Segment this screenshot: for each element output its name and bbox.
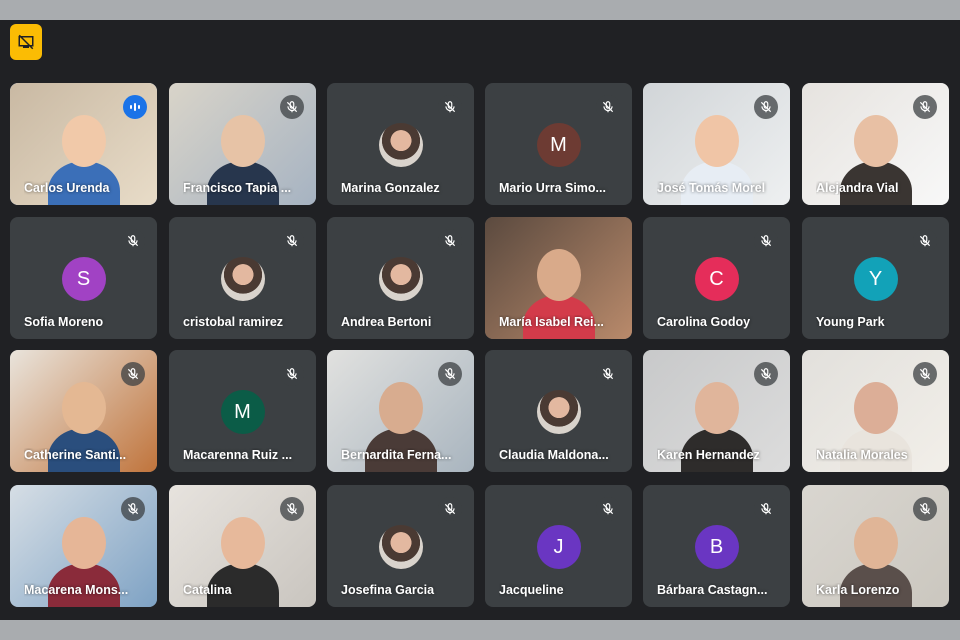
participant-face: [695, 382, 739, 434]
participant-name: Bernardita Ferna...: [341, 448, 452, 462]
participant-face: [221, 115, 265, 167]
participant-face: [62, 382, 106, 434]
participant-tile[interactable]: C Carolina Godoy: [643, 217, 790, 339]
participant-face: [854, 115, 898, 167]
participant-name: Sofia Moreno: [24, 315, 104, 329]
participant-tile[interactable]: José Tomás Morel: [643, 83, 790, 205]
mic-off-icon: [913, 229, 937, 253]
participant-tile[interactable]: Natalia Morales: [802, 350, 949, 472]
participant-name: Macarena Mons...: [24, 583, 129, 597]
participant-name: Karla Lorenzo: [816, 583, 900, 597]
mic-off-icon: [280, 95, 304, 119]
participant-face: [537, 249, 581, 301]
mic-off-icon: [438, 229, 462, 253]
mic-off-icon: [596, 95, 620, 119]
mic-off-icon: [280, 229, 304, 253]
participant-face: [62, 115, 106, 167]
participant-tile[interactable]: M Macarenna Ruiz ...: [169, 350, 316, 472]
participant-face: [62, 517, 106, 569]
avatar-photo: [378, 525, 423, 569]
participant-tile[interactable]: Karen Hernandez: [643, 350, 790, 472]
mic-off-icon: [913, 95, 937, 119]
participant-name: Catherine Santi...: [24, 448, 127, 462]
participant-tile[interactable]: María Isabel Rei...: [485, 217, 632, 339]
avatar-photo: [378, 123, 423, 167]
participant-name: Andrea Bertoni: [341, 315, 432, 329]
avatar-photo: [220, 257, 265, 301]
participant-tile[interactable]: S Sofia Moreno: [10, 217, 157, 339]
mic-off-icon: [596, 497, 620, 521]
avatar-initial: M: [220, 390, 265, 434]
participant-name: Carolina Godoy: [657, 315, 751, 329]
status-button[interactable]: [10, 24, 42, 60]
speaking-indicator-icon: [123, 95, 147, 119]
participant-face: [854, 517, 898, 569]
mic-off-icon: [280, 362, 304, 386]
participant-name: Carlos Urenda: [24, 181, 110, 195]
participant-tile[interactable]: M Mario Urra Simo...: [485, 83, 632, 205]
participant-name: Francisco Tapia ...: [183, 181, 292, 195]
participant-name: Marina Gonzalez: [341, 181, 440, 195]
mic-off-icon: [596, 362, 620, 386]
participant-tile[interactable]: Catherine Santi...: [10, 350, 157, 472]
participant-name: Jacqueline: [499, 583, 564, 597]
avatar-initial: C: [694, 257, 739, 301]
participant-name: Young Park: [816, 315, 885, 329]
participant-name: Josefina Garcia: [341, 583, 435, 597]
participant-tile[interactable]: Francisco Tapia ...: [169, 83, 316, 205]
mic-off-icon: [913, 497, 937, 521]
participant-tile[interactable]: Alejandra Vial: [802, 83, 949, 205]
mic-off-icon: [438, 497, 462, 521]
mic-off-icon: [754, 497, 778, 521]
participant-name: Catalina: [183, 583, 232, 597]
participant-tile[interactable]: Marina Gonzalez: [327, 83, 474, 205]
participant-tile[interactable]: Josefina Garcia: [327, 485, 474, 607]
participant-tile[interactable]: Karla Lorenzo: [802, 485, 949, 607]
mic-off-icon: [280, 497, 304, 521]
participant-name: cristobal ramirez: [183, 315, 284, 329]
avatar-initial: M: [536, 123, 581, 167]
participant-name: María Isabel Rei...: [499, 315, 604, 329]
participant-tile[interactable]: Y Young Park: [802, 217, 949, 339]
participant-tile[interactable]: cristobal ramirez: [169, 217, 316, 339]
mic-off-icon: [121, 362, 145, 386]
participant-name: José Tomás Morel: [657, 181, 766, 195]
participant-name: Macarenna Ruiz ...: [183, 448, 293, 462]
participant-face: [695, 115, 739, 167]
participant-name: Bárbara Castagn...: [657, 583, 768, 597]
participant-face: [221, 517, 265, 569]
avatar-initial: B: [694, 525, 739, 569]
participant-name: Alejandra Vial: [816, 181, 899, 195]
avatar-photo: [536, 390, 581, 434]
avatar-initial: S: [61, 257, 106, 301]
mic-off-icon: [121, 229, 145, 253]
participant-tile[interactable]: J Jacqueline: [485, 485, 632, 607]
mic-off-icon: [438, 95, 462, 119]
participant-name: Mario Urra Simo...: [499, 181, 606, 195]
participant-name: Claudia Maldona...: [499, 448, 609, 462]
mic-off-icon: [121, 497, 145, 521]
participant-tile[interactable]: Carlos Urenda: [10, 83, 157, 205]
participant-tile[interactable]: Catalina: [169, 485, 316, 607]
participant-face: [854, 382, 898, 434]
mic-off-icon: [913, 362, 937, 386]
participant-tile[interactable]: B Bárbara Castagn...: [643, 485, 790, 607]
no-presentation-icon: [18, 34, 34, 50]
meeting-grid: Carlos Urenda Francisco Tapia ... Marina G…: [0, 20, 960, 620]
avatar-photo: [378, 257, 423, 301]
participant-name: Natalia Morales: [816, 448, 908, 462]
participant-tile[interactable]: Claudia Maldona...: [485, 350, 632, 472]
mic-off-icon: [754, 229, 778, 253]
participant-tile[interactable]: Andrea Bertoni: [327, 217, 474, 339]
mic-off-icon: [754, 95, 778, 119]
mic-off-icon: [754, 362, 778, 386]
avatar-initial: J: [536, 525, 581, 569]
mic-off-icon: [438, 362, 462, 386]
participant-face: [379, 382, 423, 434]
participant-tile[interactable]: Bernardita Ferna...: [327, 350, 474, 472]
participant-name: Karen Hernandez: [657, 448, 760, 462]
avatar-initial: Y: [853, 257, 898, 301]
participant-tile[interactable]: Macarena Mons...: [10, 485, 157, 607]
